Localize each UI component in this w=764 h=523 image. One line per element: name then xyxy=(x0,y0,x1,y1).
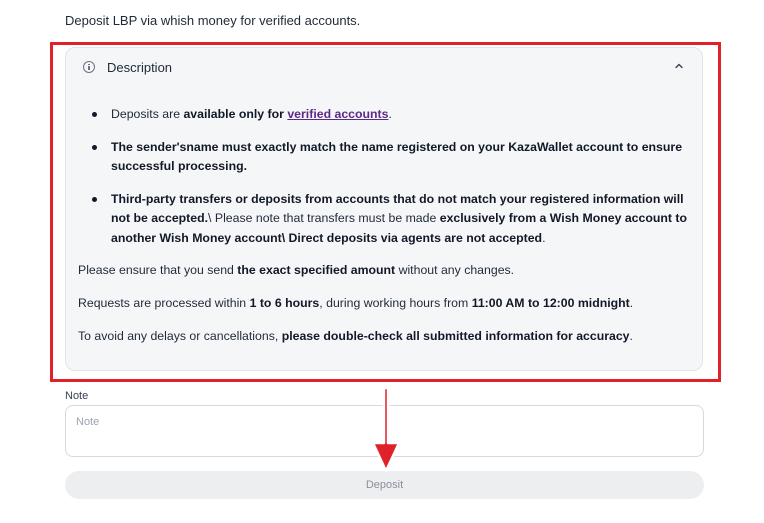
para2-bold2: 11:00 AM to 12:00 midnight xyxy=(471,296,630,310)
para1-pre: Please ensure that you send xyxy=(78,263,238,277)
deposit-button[interactable]: Deposit xyxy=(65,471,704,499)
amount-paragraph: Please ensure that you send the exact sp… xyxy=(78,261,692,281)
verified-accounts-link[interactable]: verified accounts xyxy=(287,107,388,121)
bullet3-post: . xyxy=(542,230,546,245)
para1-post: without any changes. xyxy=(395,263,515,277)
bullet1-pre: Deposits are xyxy=(111,107,184,121)
description-body: Deposits are available only for verified… xyxy=(78,105,692,360)
note-label: Note xyxy=(65,390,89,402)
bullet1-post: . xyxy=(388,107,392,121)
bullet3-text1: \ Please note that transfers must be mad… xyxy=(208,211,440,225)
requirements-list: Deposits are available only for verified… xyxy=(78,105,692,248)
description-title: Description xyxy=(107,60,173,75)
intro-text: Deposit LBP via whish money for verified… xyxy=(65,13,361,28)
para2-mid: , during working hours from xyxy=(319,296,472,310)
list-item: The sender'sname must exactly match the … xyxy=(78,138,692,177)
para2-pre: Requests are processed within xyxy=(78,296,250,310)
bullet1-bold: available only for xyxy=(183,107,284,121)
list-item: Third-party transfers or deposits from a… xyxy=(78,190,692,249)
chevron-up-icon[interactable] xyxy=(674,61,684,71)
para1-bold: the exact specified amount xyxy=(237,263,396,277)
info-icon xyxy=(83,61,95,73)
hours-paragraph: Requests are processed within 1 to 6 hou… xyxy=(78,294,692,314)
accuracy-paragraph: To avoid any delays or cancellations, pl… xyxy=(78,327,692,347)
description-panel: Description Deposits are available only … xyxy=(65,47,703,371)
bullet2-bold: The sender'sname must exactly match the … xyxy=(111,139,683,174)
para3-bold: please double-check all submitted inform… xyxy=(281,329,630,343)
note-input[interactable] xyxy=(65,405,704,457)
description-header[interactable]: Description xyxy=(66,48,702,88)
para2-post: . xyxy=(629,296,634,310)
para3-pre: To avoid any delays or cancellations, xyxy=(78,329,282,343)
para3-post: . xyxy=(629,329,633,343)
list-item: Deposits are available only for verified… xyxy=(78,105,692,125)
para2-bold1: 1 to 6 hours xyxy=(249,296,320,310)
